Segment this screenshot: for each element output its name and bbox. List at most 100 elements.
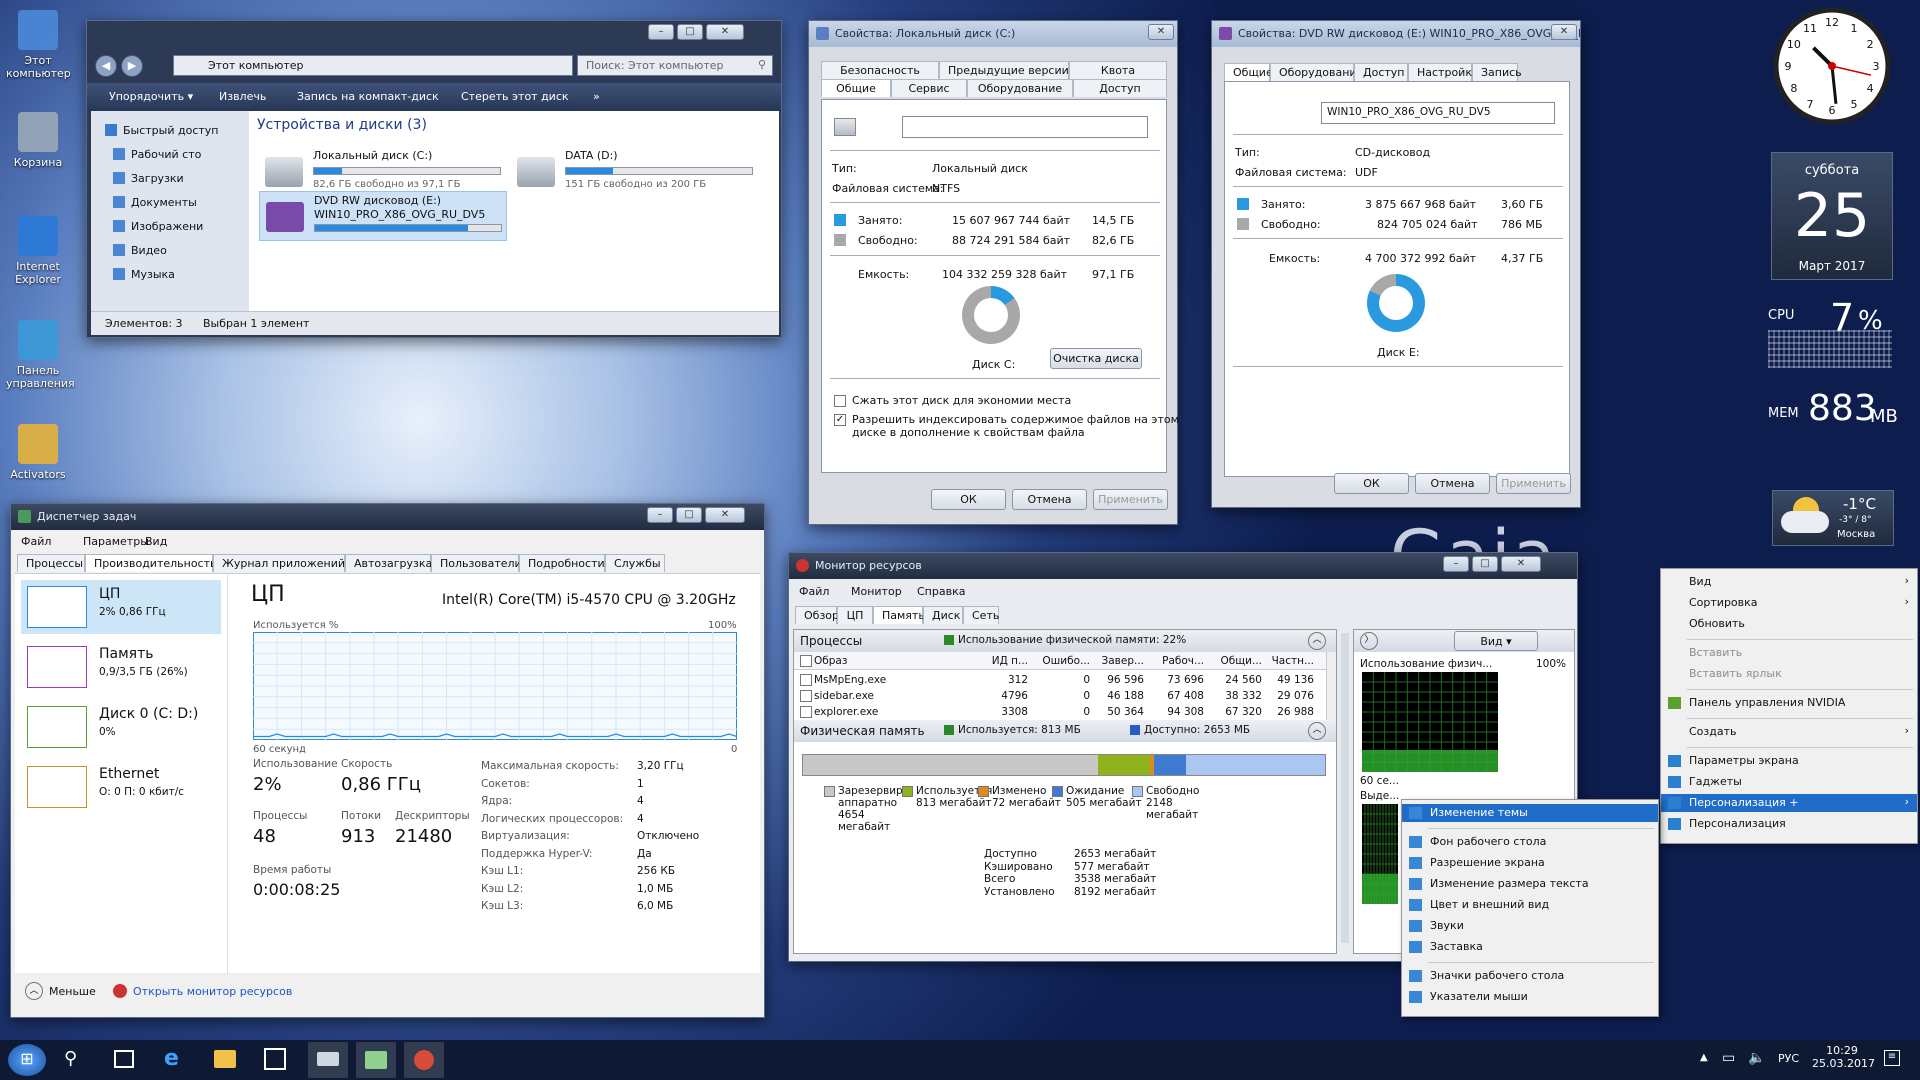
column-header-3[interactable]: Завер... (1092, 655, 1145, 667)
tab-5[interactable]: Подробности (519, 554, 605, 572)
task-manager-window[interactable]: Диспетчер задач – □ ✕ ЦП 2% 0,86 ГГц Памят… (10, 503, 765, 1018)
perf-item-0[interactable]: ЦП 2% 0,86 ГГц (21, 580, 221, 634)
taskbar-explorer[interactable] (308, 1042, 348, 1078)
menu-item-1[interactable]: Сортировка › (1661, 594, 1917, 612)
menu-2[interactable]: Вид (145, 535, 167, 548)
tab-общие[interactable]: Общие (1224, 63, 1273, 81)
tab-3[interactable]: Автозагрузка (345, 554, 432, 572)
nav-item-2[interactable]: Загрузки (91, 169, 241, 189)
tab-1[interactable]: ЦП (837, 606, 873, 624)
tab-запись[interactable]: Запись (1472, 63, 1522, 81)
search-icon[interactable]: ⚲ (64, 1048, 77, 1069)
desktop-icon-4[interactable]: Activators (6, 424, 70, 481)
menu-item-9[interactable]: Значки рабочего стола (1402, 967, 1658, 985)
tray-chevron-icon[interactable]: ▲ (1700, 1052, 1708, 1063)
volume-label-input[interactable]: WIN10_PRO_X86_OVG_RU_DV5 (1321, 102, 1555, 124)
address-bar[interactable]: Этот компьютер (173, 55, 573, 76)
maximize-button[interactable]: □ (677, 24, 703, 40)
desktop-icon-1[interactable]: Корзина (6, 112, 70, 169)
menu-item-11[interactable]: Параметры экрана (1661, 752, 1917, 770)
ok-button[interactable]: ОК (931, 489, 1006, 510)
index-checkbox[interactable]: ✓ (834, 414, 846, 426)
start-button[interactable]: ⊞ (8, 1044, 46, 1076)
perf-item-2[interactable]: Диск 0 (C: D:) 0% (21, 700, 221, 754)
row-checkbox[interactable] (800, 706, 812, 718)
column-header-2[interactable]: Ошибо... (1030, 655, 1090, 667)
explorer-window[interactable]: – □ ✕ ◀ ▶ Этот компьютер Поиск: Этот ком… (86, 20, 782, 338)
column-header-4[interactable]: Рабоч... (1146, 655, 1204, 667)
menu-1[interactable]: Параметры (83, 535, 149, 548)
store-icon[interactable] (264, 1048, 286, 1070)
close-button[interactable]: ✕ (706, 24, 744, 40)
tab-3[interactable]: Диск (923, 606, 963, 624)
tab-2[interactable]: Память (873, 606, 925, 624)
menu-item-3[interactable]: Разрешение экрана (1402, 854, 1658, 872)
menu-0[interactable]: Файл (799, 585, 829, 598)
maximize-button[interactable]: □ (1472, 556, 1498, 572)
volume-label-input[interactable] (902, 116, 1148, 138)
menu-item-9[interactable]: Создать › (1661, 723, 1917, 741)
tray-clock[interactable]: 10:29 25.03.2017 (1812, 1044, 1875, 1070)
tab-настройка[interactable]: Настройка (1408, 63, 1479, 81)
nav-item-5[interactable]: Видео (91, 241, 241, 261)
edge-icon[interactable]: e (164, 1046, 179, 1071)
view-button[interactable]: Вид ▾ (1454, 631, 1538, 651)
ok-button[interactable]: ОК (1334, 473, 1409, 494)
task-view-icon[interactable] (114, 1050, 134, 1068)
search-input[interactable]: Поиск: Этот компьютер ⚲ (577, 55, 773, 76)
drive-tile-0[interactable]: Локальный диск (C:) 82,6 ГБ свободно из 9… (259, 147, 507, 197)
nav-item-6[interactable]: Музыка (91, 265, 241, 285)
drive-tile-2[interactable]: DVD RW дисковод (E:) WIN10_PRO_X86_OVG_RU… (259, 191, 507, 241)
menu-item-6[interactable]: Звуки (1402, 917, 1658, 935)
select-all-checkbox[interactable] (800, 655, 812, 667)
tab-доступ[interactable]: Доступ (1073, 79, 1167, 97)
perf-item-1[interactable]: Память 0,9/3,5 ГБ (26%) (21, 640, 221, 694)
toolbar-button-2[interactable]: Запись на компакт-диск (297, 90, 439, 103)
menu-item-2[interactable]: Обновить (1661, 615, 1917, 633)
scrollbar[interactable] (1326, 652, 1336, 720)
column-header-0[interactable]: Образ (814, 655, 974, 667)
menu-item-0[interactable]: Изменение темы (1402, 804, 1658, 822)
menu-1[interactable]: Монитор (851, 585, 902, 598)
taskbar-resmon[interactable] (404, 1042, 444, 1078)
menu-item-14[interactable]: Персонализация (1661, 815, 1917, 833)
menu-item-13[interactable]: Персонализация + › (1661, 794, 1917, 812)
tab-4[interactable]: Пользователи (431, 554, 522, 572)
calendar-gadget[interactable]: суббота 25 Март 2017 (1771, 152, 1893, 280)
column-header-1[interactable]: ИД п... (980, 655, 1028, 667)
weather-gadget[interactable]: -1°C -3° / 8° Москва (1772, 490, 1894, 546)
tab-предыдущие-версии[interactable]: Предыдущие версии (939, 61, 1069, 79)
perf-item-3[interactable]: Ethernet О: 0 П: 0 кбит/с (21, 760, 221, 814)
fewer-details-link[interactable]: Меньше (49, 985, 96, 998)
open-resource-monitor-link[interactable]: Открыть монитор ресурсов (133, 985, 292, 998)
cancel-button[interactable]: Отмена (1012, 489, 1087, 510)
table-row[interactable]: explorer.exe 3308 0 50 364 94 308 67 320 26 98… (794, 704, 1326, 720)
column-header-6[interactable]: Частн... (1264, 655, 1314, 667)
tab-0[interactable]: Процессы (17, 554, 85, 572)
language-indicator[interactable]: РУС (1778, 1052, 1799, 1065)
cancel-button[interactable]: Отмена (1415, 473, 1490, 494)
properties-e-window[interactable]: Свойства: DVD RW дисковод (E:) WIN10_PRO… (1211, 20, 1581, 508)
properties-c-window[interactable]: Свойства: Локальный диск (C:) ✕ Тип: Лок… (808, 20, 1179, 525)
menu-item-5[interactable]: Вставить ярлык (1661, 665, 1917, 683)
clock-gadget[interactable]: 1 2 3 4 5 6 7 8 9 10 11 12 (1772, 6, 1892, 126)
menu-item-0[interactable]: Вид › (1661, 573, 1917, 591)
menu-2[interactable]: Справка (917, 585, 965, 598)
collapse-icon[interactable]: ︿ (1308, 632, 1326, 650)
chevron-up-icon[interactable]: ︿ (25, 982, 43, 1000)
tab-оборудование[interactable]: Оборудование (967, 79, 1073, 97)
tab-оборудование[interactable]: Оборудование (1270, 63, 1363, 81)
menu-item-4[interactable]: Вставить (1661, 644, 1917, 662)
menu-item-7[interactable]: Панель управления NVIDIA (1661, 694, 1917, 712)
menu-item-5[interactable]: Цвет и внешний вид (1402, 896, 1658, 914)
table-row[interactable]: sidebar.exe 4796 0 46 188 67 408 38 332 29 076 (794, 688, 1326, 704)
menu-item-7[interactable]: Заставка (1402, 938, 1658, 956)
nav-item-0[interactable]: Быстрый доступ (91, 121, 241, 141)
minimize-button[interactable]: – (1443, 556, 1469, 572)
nav-item-3[interactable]: Документы (91, 193, 241, 213)
row-checkbox[interactable] (800, 690, 812, 702)
network-icon[interactable]: ▭ (1722, 1050, 1735, 1066)
tab-1[interactable]: Производительность (85, 554, 217, 572)
toolbar-button-3[interactable]: Стереть этот диск (461, 90, 569, 103)
disk-cleanup-button[interactable]: Очистка диска (1050, 348, 1142, 369)
